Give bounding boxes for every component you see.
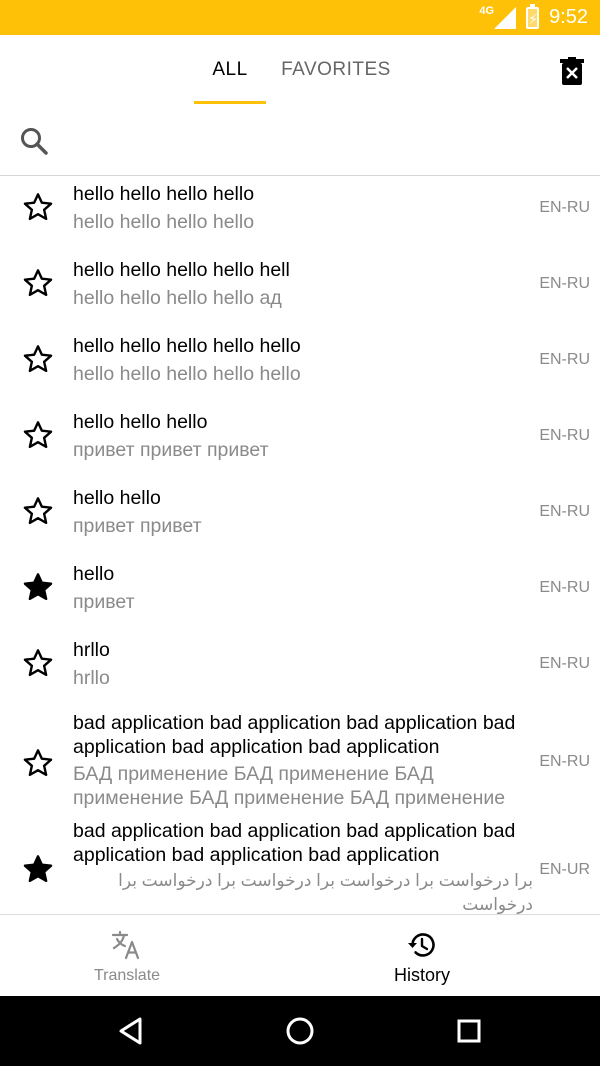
language-pair: EN-RU [539, 199, 590, 216]
tabs-header: ALL FAVORITES [0, 35, 600, 105]
star-outline-icon[interactable] [22, 647, 54, 679]
clear-history-button[interactable] [552, 51, 592, 91]
history-item[interactable]: hello hello hello привет привет привет E… [0, 405, 600, 481]
nav-translate-label: Translate [93, 967, 161, 984]
status-icons: 4G ⚡ 9:52 [469, 0, 588, 35]
delete-icon [560, 57, 584, 85]
source-text: hello hello hello hello hello [73, 335, 301, 357]
translation-text: hello hello hello hello ад [73, 287, 282, 309]
source-text: hello hello [73, 487, 161, 509]
source-text: bad application bad application bad appl… [73, 820, 516, 866]
history-item[interactable]: hello hello привет привет EN-RU [0, 481, 600, 557]
star-filled-icon[interactable] [22, 853, 54, 885]
history-item[interactable]: hello hello hello hello hell hello hello… [0, 253, 600, 329]
tab-favorites[interactable]: FAVORITES [276, 35, 396, 105]
bottom-navigation: Translate History [0, 914, 600, 996]
star-outline-icon[interactable] [22, 495, 54, 527]
status-bar: 4G ⚡ 9:52 [0, 0, 600, 35]
translation-text: hrllo [73, 667, 110, 689]
history-item-text: hello hello hello hello hello hello hell… [73, 334, 533, 386]
translation-text: привет [73, 591, 135, 613]
translation-text: برا درخواست برا درخواست برا درخواست برا … [118, 871, 533, 914]
system-navigation-bar [0, 996, 600, 1066]
search-input[interactable] [70, 119, 580, 163]
star-outline-icon[interactable] [22, 343, 54, 375]
history-item-text: hello hello привет привет [73, 486, 533, 538]
history-item-text: hrllo hrllo [73, 638, 533, 690]
home-icon[interactable] [282, 1013, 318, 1049]
star-outline-icon[interactable] [22, 747, 54, 779]
source-text: hello hello hello [73, 411, 208, 433]
history-item-text: hello привет [73, 562, 533, 614]
nav-history[interactable]: History [300, 915, 600, 997]
source-text: bad application bad application bad appl… [73, 712, 516, 758]
tab-all[interactable]: ALL [194, 35, 266, 105]
history-item-text: hello hello hello привет привет привет [73, 410, 533, 462]
star-outline-icon[interactable] [22, 419, 54, 451]
star-filled-icon[interactable] [22, 571, 54, 603]
translation-text: привет привет [73, 515, 202, 537]
language-pair: EN-RU [539, 753, 590, 770]
translation-text: hello hello hello hello [73, 211, 255, 233]
language-pair: EN-RU [539, 655, 590, 672]
signal-icon [494, 6, 517, 29]
history-item[interactable]: hello hello hello hello hello hello hell… [0, 177, 600, 253]
history-list[interactable]: hello hello hello hello hello hello hell… [0, 177, 600, 914]
tab-indicator [194, 101, 266, 104]
search-icon [21, 128, 48, 155]
back-icon[interactable] [113, 1013, 149, 1049]
network-type: 4G [479, 4, 495, 17]
history-item-text: bad application bad application bad appl… [73, 711, 533, 810]
battery-icon: ⚡ [526, 3, 540, 29]
history-item[interactable]: bad application bad application bad appl… [0, 709, 600, 817]
source-text: hrllo [73, 639, 110, 661]
translate-icon [111, 930, 140, 960]
search-bar [0, 105, 600, 176]
nav-history-label: History [393, 965, 450, 985]
history-item-text: hello hello hello hello hello hello hell… [73, 182, 533, 234]
history-item[interactable]: bad application bad application bad appl… [0, 817, 600, 914]
translation-text: hello hello hello hello hello [73, 363, 301, 385]
translation-text: БАД применение БАД применение БАД примен… [73, 763, 506, 809]
recent-apps-icon[interactable] [451, 1013, 487, 1049]
source-text: hello hello hello hello hell [73, 259, 290, 281]
language-pair: EN-RU [539, 503, 590, 520]
history-item[interactable]: hrllo hrllo EN-RU [0, 633, 600, 709]
source-text: hello [73, 563, 115, 585]
source-text: hello hello hello hello [73, 183, 255, 205]
language-pair: EN-RU [539, 427, 590, 444]
language-pair: EN-RU [539, 351, 590, 368]
history-item-text: hello hello hello hello hell hello hello… [73, 258, 533, 310]
language-pair: EN-RU [539, 275, 590, 292]
clock: 9:52 [549, 6, 588, 28]
history-item[interactable]: hello hello hello hello hello hello hell… [0, 329, 600, 405]
history-icon [408, 933, 435, 957]
nav-translate[interactable]: Translate [0, 915, 300, 997]
star-outline-icon[interactable] [22, 191, 54, 223]
history-item-text: bad application bad application bad appl… [73, 819, 533, 914]
language-pair: EN-UR [539, 861, 590, 878]
translation-text: привет привет привет [73, 439, 269, 461]
history-item[interactable]: hello привет EN-RU [0, 557, 600, 633]
language-pair: EN-RU [539, 579, 590, 596]
star-outline-icon[interactable] [22, 267, 54, 299]
